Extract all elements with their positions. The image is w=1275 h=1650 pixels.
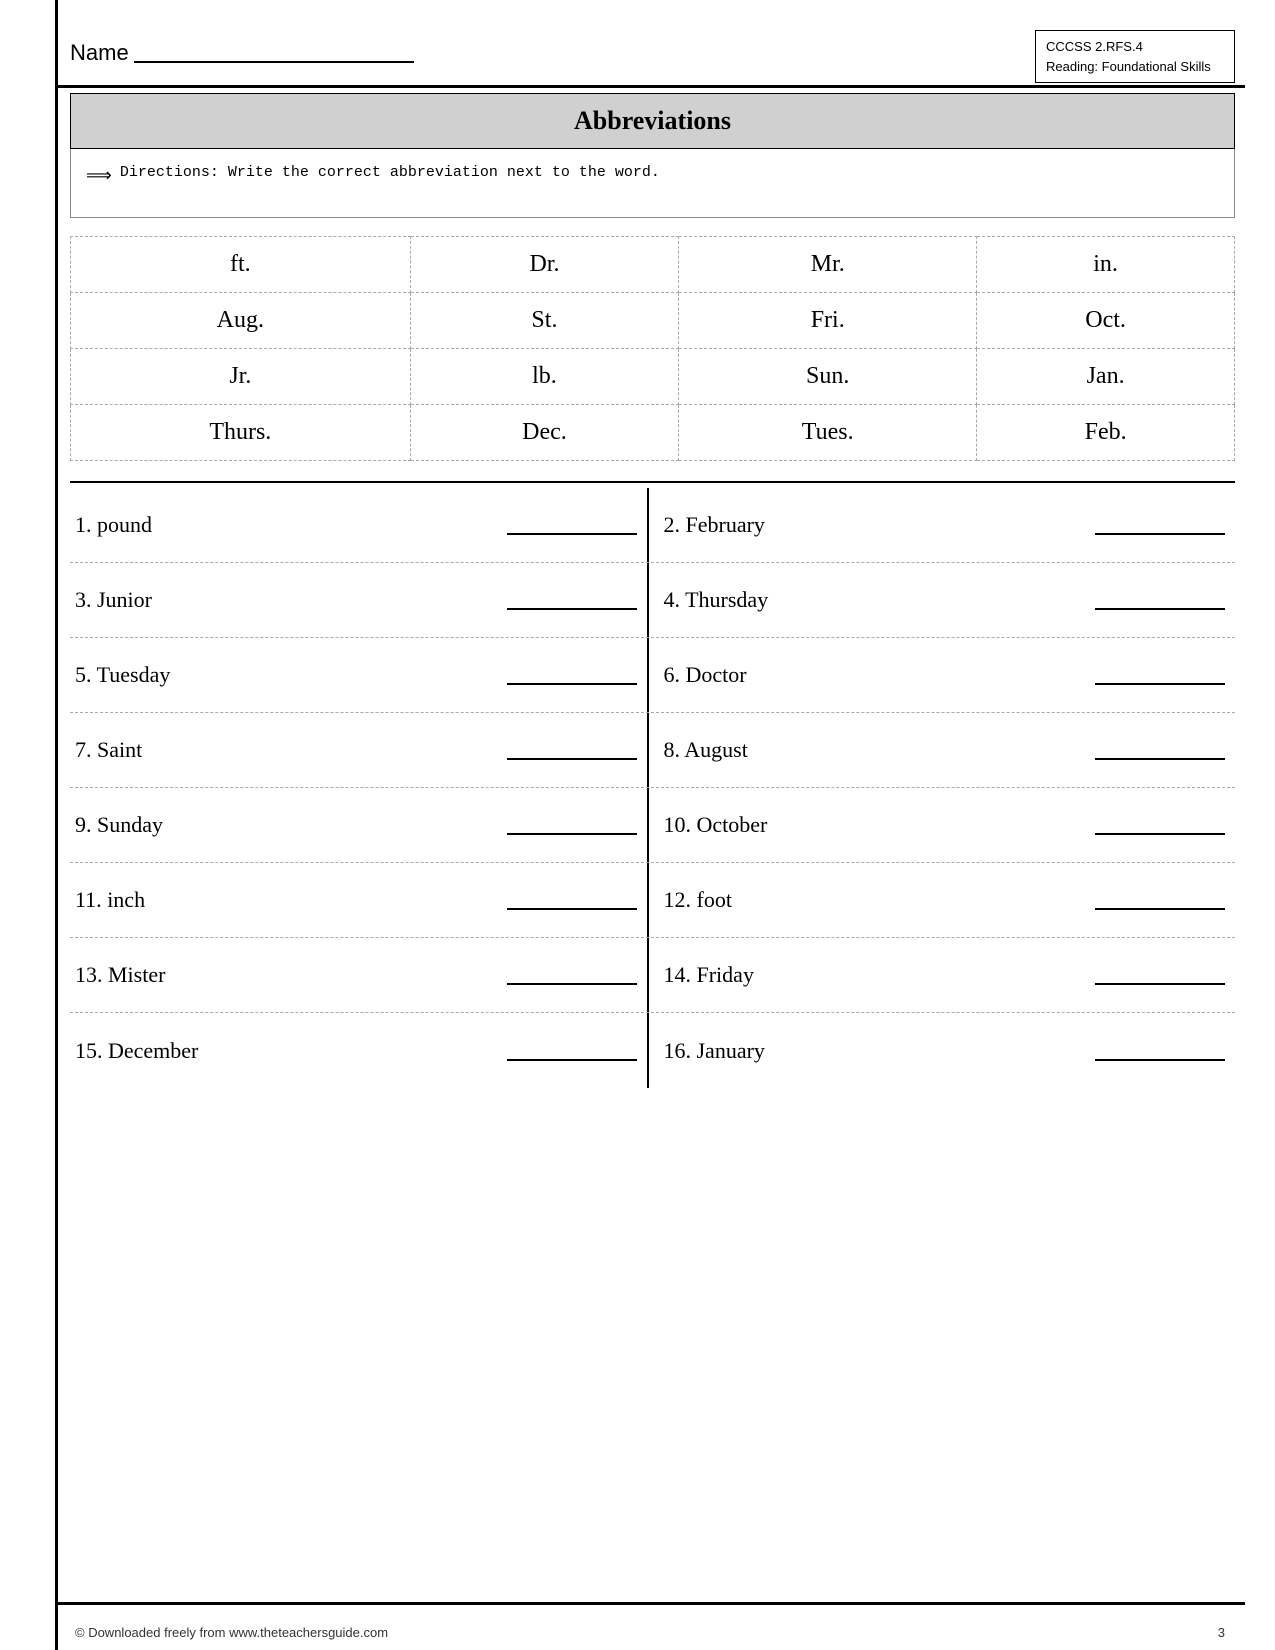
exercise-word-10: 10. October	[664, 812, 1088, 838]
exercise-word-11: 11. inch	[75, 887, 499, 913]
abbrev-row-4: Thurs. Dec. Tues. Feb.	[71, 405, 1235, 461]
directions-box: ⟹ Directions: Write the correct abbrevia…	[70, 149, 1235, 218]
arrow-icon: ⟹	[86, 165, 112, 187]
answer-line-3	[507, 590, 637, 610]
answer-line-16	[1095, 1041, 1225, 1061]
abbrev-row-2: Aug. St. Fri. Oct.	[71, 293, 1235, 349]
abbrev-cell: Aug.	[71, 293, 411, 349]
answer-line-4	[1095, 590, 1225, 610]
exercise-word-12: 12. foot	[664, 887, 1088, 913]
exercise-word-6: 6. Doctor	[664, 662, 1088, 688]
answer-line-14	[1095, 965, 1225, 985]
page-number: 3	[1218, 1625, 1225, 1640]
name-label: Name	[70, 40, 129, 66]
answer-line-2	[1095, 515, 1225, 535]
exercise-word-5: 5. Tuesday	[75, 662, 499, 688]
exercise-word-3: 3. Junior	[75, 587, 499, 613]
abbrev-cell: Fri.	[679, 293, 977, 349]
abbrev-row-1: ft. Dr. Mr. in.	[71, 237, 1235, 293]
answer-line-1	[507, 515, 637, 535]
answer-line-6	[1095, 665, 1225, 685]
exercise-row-7: 13. Mister 14. Friday	[70, 938, 1235, 1013]
abbrev-cell: Thurs.	[71, 405, 411, 461]
exercise-word-13: 13. Mister	[75, 962, 499, 988]
answer-line-8	[1095, 740, 1225, 760]
exercise-row-2: 3. Junior 4. Thursday	[70, 563, 1235, 638]
answer-line-12	[1095, 890, 1225, 910]
exercise-word-15: 15. December	[75, 1038, 499, 1064]
name-underline-line	[134, 43, 414, 63]
exercise-word-1: 1. pound	[75, 512, 499, 538]
abbrev-cell: Oct.	[977, 293, 1235, 349]
answer-line-5	[507, 665, 637, 685]
exercise-word-14: 14. Friday	[664, 962, 1088, 988]
abbrev-cell: Sun.	[679, 349, 977, 405]
abbrev-cell: St.	[410, 293, 679, 349]
abbrev-cell: in.	[977, 237, 1235, 293]
abbrev-cell: Mr.	[679, 237, 977, 293]
copyright-text: © Downloaded freely from www.theteachers…	[75, 1625, 388, 1640]
exercise-word-7: 7. Saint	[75, 737, 499, 763]
exercise-section: 1. pound 2. February 3. Junior	[70, 481, 1235, 1088]
worksheet-title: Abbreviations	[70, 93, 1235, 149]
standards-line1: CCCSS 2.RFS.4	[1046, 37, 1224, 57]
abbrev-cell: Jan.	[977, 349, 1235, 405]
exercise-row-1: 1. pound 2. February	[70, 488, 1235, 563]
exercise-row-3: 5. Tuesday 6. Doctor	[70, 638, 1235, 713]
exercise-word-2: 2. February	[664, 512, 1088, 538]
abbrev-cell: Dr.	[410, 237, 679, 293]
exercise-word-9: 9. Sunday	[75, 812, 499, 838]
standards-box: CCCSS 2.RFS.4 Reading: Foundational Skil…	[1035, 30, 1235, 83]
exercise-word-8: 8. August	[664, 737, 1088, 763]
exercise-word-4: 4. Thursday	[664, 587, 1088, 613]
standards-line2: Reading: Foundational Skills	[1046, 57, 1224, 77]
answer-line-7	[507, 740, 637, 760]
answer-line-13	[507, 965, 637, 985]
answer-line-15	[507, 1041, 637, 1061]
exercise-row-5: 9. Sunday 10. October	[70, 788, 1235, 863]
abbrev-cell: Feb.	[977, 405, 1235, 461]
abbrev-cell: Jr.	[71, 349, 411, 405]
answer-line-10	[1095, 815, 1225, 835]
abbrev-row-3: Jr. lb. Sun. Jan.	[71, 349, 1235, 405]
abbrev-cell: lb.	[410, 349, 679, 405]
directions-text: Directions: Write the correct abbreviati…	[120, 164, 660, 181]
exercise-row-8: 15. December 16. January	[70, 1013, 1235, 1088]
abbrev-cell: Tues.	[679, 405, 977, 461]
answer-line-9	[507, 815, 637, 835]
exercise-word-16: 16. January	[664, 1038, 1088, 1064]
answer-line-11	[507, 890, 637, 910]
footer: © Downloaded freely from www.theteachers…	[55, 1625, 1245, 1640]
exercise-row-4: 7. Saint 8. August	[70, 713, 1235, 788]
abbreviations-table: ft. Dr. Mr. in. Aug. St. Fri. Oct. Jr. l…	[70, 236, 1235, 461]
exercise-row-6: 11. inch 12. foot	[70, 863, 1235, 938]
abbrev-cell: ft.	[71, 237, 411, 293]
abbrev-cell: Dec.	[410, 405, 679, 461]
